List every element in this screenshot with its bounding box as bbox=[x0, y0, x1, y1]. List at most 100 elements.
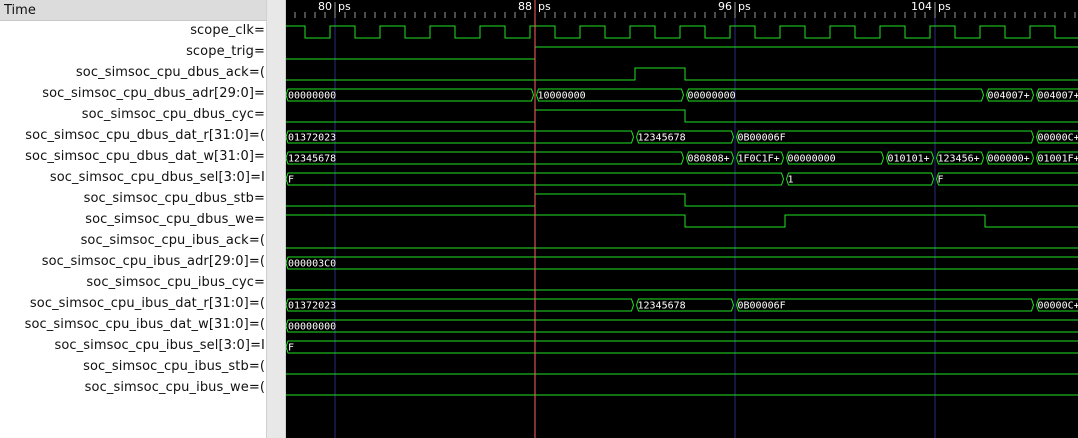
signal-name: soc_simsoc_cpu_ibus_adr[29:0] bbox=[41, 254, 249, 269]
bus-value-label: 1F0C1F+ bbox=[738, 154, 780, 165]
bus-segment bbox=[286, 256, 1078, 270]
signal-name: soc_simsoc_cpu_dbus_dat_w[31:0] bbox=[25, 149, 254, 164]
bit-waveform bbox=[286, 193, 1078, 207]
signal-value-suffix: =( bbox=[248, 254, 265, 269]
signal-value-suffix: =( bbox=[248, 233, 265, 248]
signal-value-suffix: = bbox=[254, 86, 265, 101]
signal-name: scope_trig bbox=[186, 44, 254, 59]
signal-label[interactable]: soc_simsoc_cpu_dbus_dat_w[31:0]= bbox=[0, 147, 266, 167]
signal-name: soc_simsoc_cpu_ibus_dat_r[31:0] bbox=[29, 296, 249, 311]
bus-value-label: 0B00006F bbox=[738, 301, 786, 312]
bus-value-label: 0B00006F bbox=[738, 133, 786, 144]
bus-segment bbox=[286, 340, 1078, 354]
bus-value-label: 12345678 bbox=[638, 301, 686, 312]
time-header-label: Time bbox=[4, 3, 36, 18]
bus-value-label: 004007+ bbox=[988, 91, 1030, 102]
bus-value-label: 123456+ bbox=[938, 154, 980, 165]
bus-value-label: F bbox=[288, 175, 294, 186]
bus-value-label: 000000+ bbox=[988, 154, 1030, 165]
bus-value-label: 00000000 bbox=[288, 91, 336, 102]
signal-name-panel: Time scope_clk= scope_trig= soc_simsoc_cpu… bbox=[0, 0, 266, 438]
signal-label[interactable]: soc_simsoc_cpu_ibus_dat_r[31:0]=( bbox=[0, 294, 266, 314]
signal-name: soc_simsoc_cpu_ibus_ack bbox=[80, 233, 249, 248]
bus-value-label: 080808+ bbox=[688, 154, 730, 165]
signal-value-suffix: = bbox=[254, 107, 265, 122]
bus-value-label: 01001F+ bbox=[1038, 154, 1078, 165]
signal-label[interactable]: soc_simsoc_cpu_dbus_ack=( bbox=[0, 63, 266, 83]
signal-label[interactable]: soc_simsoc_cpu_ibus_stb=( bbox=[0, 357, 266, 377]
bus-value-label: 01372023 bbox=[288, 301, 336, 312]
bus-value-label: 01372023 bbox=[288, 133, 336, 144]
signal-name: soc_simsoc_cpu_ibus_stb bbox=[83, 359, 249, 374]
bus-value-label: 1 bbox=[788, 175, 794, 186]
ruler-unit-label: ps bbox=[938, 0, 951, 13]
bus-segment bbox=[785, 172, 935, 186]
bus-segment bbox=[286, 151, 685, 165]
signal-value-suffix: =( bbox=[248, 65, 265, 80]
signal-name: soc_simsoc_cpu_dbus_adr[29:0] bbox=[42, 86, 254, 101]
signal-label[interactable]: soc_simsoc_cpu_ibus_sel[3:0]=I bbox=[0, 336, 266, 356]
bus-value-label: 00000000 bbox=[288, 322, 336, 333]
waveform-view[interactable]: 80 ps 88 ps 96 ps 104 ps 00000000 10000000 0000000… bbox=[286, 0, 1078, 438]
signal-name: soc_simsoc_cpu_ibus_we bbox=[84, 380, 249, 395]
signal-value-suffix: = bbox=[254, 191, 265, 206]
signal-label[interactable]: soc_simsoc_cpu_dbus_sel[3:0]=I bbox=[0, 168, 266, 188]
bus-value-label: 12345678 bbox=[638, 133, 686, 144]
bus-segment bbox=[286, 130, 635, 144]
signal-name: soc_simsoc_cpu_ibus_dat_w[31:0] bbox=[24, 317, 249, 332]
signal-label[interactable]: soc_simsoc_cpu_ibus_cyc= bbox=[0, 273, 266, 293]
signal-label[interactable]: scope_trig= bbox=[0, 42, 266, 62]
pane-splitter[interactable] bbox=[266, 0, 286, 438]
bit-waveform bbox=[286, 67, 1078, 81]
signal-name: soc_simsoc_cpu_dbus_ack bbox=[75, 65, 249, 80]
time-column-header[interactable]: Time bbox=[0, 0, 266, 21]
signal-label[interactable]: soc_simsoc_cpu_dbus_stb= bbox=[0, 189, 266, 209]
signal-value-suffix: =( bbox=[248, 380, 265, 395]
signal-label[interactable]: soc_simsoc_cpu_ibus_adr[29:0]=( bbox=[0, 252, 266, 272]
signal-name: soc_simsoc_cpu_dbus_cyc bbox=[81, 107, 254, 122]
ruler-unit-label: ps bbox=[738, 0, 751, 13]
signal-label[interactable]: soc_simsoc_cpu_dbus_dat_r[31:0]=( bbox=[0, 126, 266, 146]
signal-value-suffix: = bbox=[254, 275, 265, 290]
waveform-canvas[interactable]: 80 ps 88 ps 96 ps 104 ps00000000 10000000 0000000… bbox=[286, 0, 1078, 438]
signal-label[interactable]: soc_simsoc_cpu_ibus_ack=( bbox=[0, 231, 266, 251]
ruler-tick-label: 96 bbox=[718, 0, 732, 13]
bus-value-label: 00000000 bbox=[788, 154, 836, 165]
bus-segment bbox=[286, 298, 635, 312]
ruler-tick-label: 104 bbox=[911, 0, 932, 13]
bus-value-label: 004007+ bbox=[1038, 91, 1078, 102]
signal-value-suffix: = bbox=[254, 44, 265, 59]
signal-label[interactable]: soc_simsoc_cpu_dbus_cyc= bbox=[0, 105, 266, 125]
signal-value-suffix: =( bbox=[248, 317, 265, 332]
signal-value-suffix: =I bbox=[250, 338, 265, 353]
signal-name: soc_simsoc_cpu_dbus_dat_r[31:0] bbox=[25, 128, 249, 143]
signal-value-suffix: =( bbox=[248, 128, 265, 143]
bus-value-label: 00000C+ bbox=[1038, 133, 1078, 144]
bus-segment bbox=[935, 172, 1078, 186]
bus-value-label: 12345678 bbox=[288, 154, 336, 165]
signal-name: soc_simsoc_cpu_dbus_stb bbox=[83, 191, 254, 206]
signal-value-suffix: =I bbox=[250, 170, 265, 185]
signal-label[interactable]: scope_clk= bbox=[0, 21, 266, 41]
signal-value-suffix: =( bbox=[248, 296, 265, 311]
signal-value-suffix: = bbox=[254, 149, 265, 164]
signal-value-suffix: = bbox=[254, 23, 265, 38]
bus-value-label: 10000000 bbox=[538, 91, 586, 102]
ruler-unit-label: ps bbox=[538, 0, 551, 13]
clock-waveform bbox=[286, 25, 1078, 39]
ruler-unit-label: ps bbox=[338, 0, 351, 13]
signal-name: soc_simsoc_cpu_ibus_sel[3:0] bbox=[54, 338, 251, 353]
signal-name: scope_clk bbox=[190, 23, 254, 38]
signal-name: soc_simsoc_cpu_ibus_cyc bbox=[86, 275, 254, 290]
signal-value-suffix: =( bbox=[248, 359, 265, 374]
signal-label[interactable]: soc_simsoc_cpu_ibus_we=( bbox=[0, 378, 266, 398]
signal-name: soc_simsoc_cpu_dbus_we bbox=[85, 212, 254, 227]
signal-label[interactable]: soc_simsoc_cpu_dbus_adr[29:0]= bbox=[0, 84, 266, 104]
bit-waveform bbox=[286, 46, 1078, 60]
bus-segment bbox=[286, 319, 1078, 333]
signal-value-suffix: = bbox=[254, 212, 265, 227]
bus-value-label: F bbox=[288, 343, 294, 354]
ruler-tick-label: 88 bbox=[518, 0, 532, 13]
signal-label[interactable]: soc_simsoc_cpu_ibus_dat_w[31:0]=( bbox=[0, 315, 266, 335]
signal-label[interactable]: soc_simsoc_cpu_dbus_we= bbox=[0, 210, 266, 230]
